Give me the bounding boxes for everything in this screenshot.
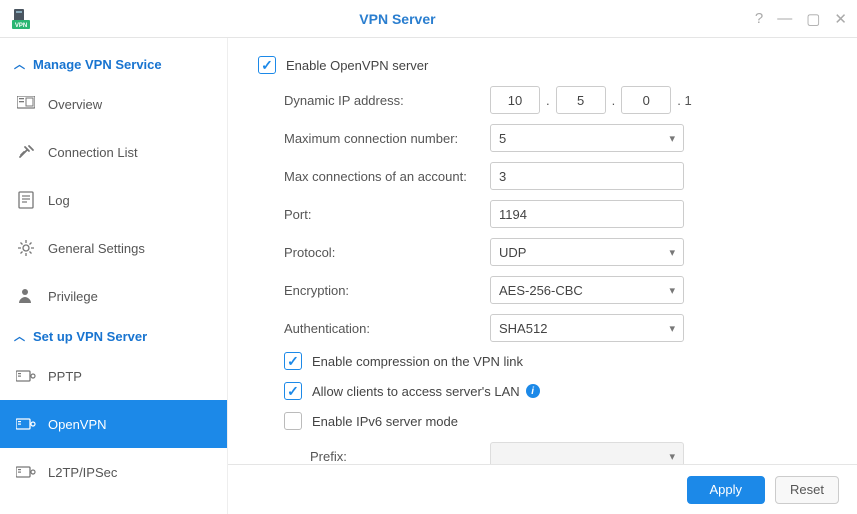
sidebar-item-openvpn[interactable]: OpenVPN xyxy=(0,400,227,448)
server-icon xyxy=(14,462,38,482)
ip-octet-2[interactable] xyxy=(556,86,606,114)
lan-access-label: Allow clients to access server's LAN xyxy=(312,384,520,399)
ip-suffix: . 1 xyxy=(677,93,691,108)
section-setup[interactable]: ︿ Set up VPN Server xyxy=(0,320,227,352)
sidebar-item-pptp[interactable]: PPTP xyxy=(0,352,227,400)
main-content: Enable OpenVPN server Dynamic IP address… xyxy=(228,38,857,464)
person-icon xyxy=(14,286,38,306)
apply-button[interactable]: Apply xyxy=(687,476,766,504)
sidebar-label: Log xyxy=(48,193,70,208)
minimize-icon[interactable]: — xyxy=(777,10,792,28)
port-label: Port: xyxy=(284,207,490,222)
protocol-label: Protocol: xyxy=(284,245,490,260)
compression-label: Enable compression on the VPN link xyxy=(312,354,523,369)
section-label: Manage VPN Service xyxy=(33,57,162,72)
ip-octet-1[interactable] xyxy=(490,86,540,114)
dynamic-ip-label: Dynamic IP address: xyxy=(284,93,490,108)
max-conn-select[interactable]: 5 xyxy=(490,124,684,152)
ipv6-checkbox[interactable] xyxy=(284,412,302,430)
reset-button[interactable]: Reset xyxy=(775,476,839,504)
sidebar: ︿ Manage VPN Service Overview Connection… xyxy=(0,38,228,514)
log-icon xyxy=(14,190,38,210)
sidebar-label: General Settings xyxy=(48,241,145,256)
sidebar-label: Privilege xyxy=(48,289,98,304)
sidebar-label: L2TP/IPSec xyxy=(48,465,117,480)
sidebar-item-log[interactable]: Log xyxy=(0,176,227,224)
server-icon xyxy=(14,414,38,434)
enable-openvpn-label: Enable OpenVPN server xyxy=(286,58,428,73)
encryption-select[interactable]: AES-256-CBC xyxy=(490,276,684,304)
sidebar-label: OpenVPN xyxy=(48,417,107,432)
max-conn-label: Maximum connection number: xyxy=(284,131,490,146)
ip-dot: . xyxy=(546,93,550,108)
maximize-icon[interactable]: ▢ xyxy=(806,10,820,28)
ipv6-label: Enable IPv6 server mode xyxy=(312,414,458,429)
sidebar-item-l2tp[interactable]: L2TP/IPSec xyxy=(0,448,227,496)
sidebar-label: PPTP xyxy=(48,369,82,384)
footer: Apply Reset xyxy=(228,464,857,514)
encryption-label: Encryption: xyxy=(284,283,490,298)
sidebar-label: Connection List xyxy=(48,145,138,160)
ip-octet-3[interactable] xyxy=(621,86,671,114)
auth-label: Authentication: xyxy=(284,321,490,336)
app-icon: VPN xyxy=(10,8,32,30)
section-manage[interactable]: ︿ Manage VPN Service xyxy=(0,48,227,80)
close-icon[interactable]: ✕ xyxy=(834,10,847,28)
prefix-select xyxy=(490,442,684,464)
sidebar-label: Overview xyxy=(48,97,102,112)
section-label: Set up VPN Server xyxy=(33,329,147,344)
connection-icon xyxy=(14,142,38,162)
sidebar-item-general-settings[interactable]: General Settings xyxy=(0,224,227,272)
overview-icon xyxy=(14,94,38,114)
titlebar: VPN VPN Server ? — ▢ ✕ xyxy=(0,0,857,38)
port-input[interactable] xyxy=(490,200,684,228)
help-icon[interactable]: ? xyxy=(755,10,763,28)
window-title: VPN Server xyxy=(40,11,755,27)
chevron-up-icon: ︿ xyxy=(14,56,25,72)
lan-access-checkbox[interactable] xyxy=(284,382,302,400)
chevron-up-icon: ︿ xyxy=(14,328,25,344)
sidebar-item-connection-list[interactable]: Connection List xyxy=(0,128,227,176)
max-acct-label: Max connections of an account: xyxy=(284,169,490,184)
info-icon[interactable]: i xyxy=(526,384,540,398)
protocol-select[interactable]: UDP xyxy=(490,238,684,266)
window-controls: ? — ▢ ✕ xyxy=(755,10,847,28)
max-acct-input[interactable] xyxy=(490,162,684,190)
sidebar-item-overview[interactable]: Overview xyxy=(0,80,227,128)
sidebar-item-privilege[interactable]: Privilege xyxy=(0,272,227,320)
svg-text:VPN: VPN xyxy=(15,23,27,29)
gear-icon xyxy=(14,238,38,258)
enable-openvpn-checkbox[interactable] xyxy=(258,56,276,74)
prefix-label: Prefix: xyxy=(284,449,490,464)
server-icon xyxy=(14,366,38,386)
ip-dot: . xyxy=(612,93,616,108)
auth-select[interactable]: SHA512 xyxy=(490,314,684,342)
compression-checkbox[interactable] xyxy=(284,352,302,370)
